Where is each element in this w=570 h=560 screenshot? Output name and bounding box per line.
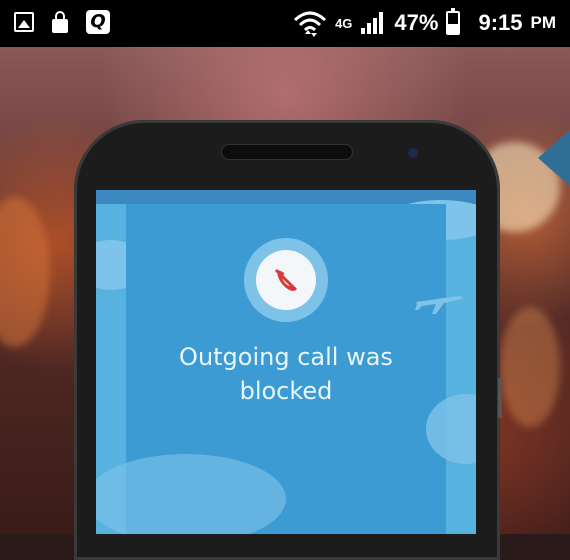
blocked-message: Outgoing call was blocked xyxy=(136,340,436,408)
status-bar: Q 4G 47% 9:15 PM xyxy=(0,0,570,47)
message-line-1: Outgoing call was xyxy=(179,343,393,371)
phone-speaker xyxy=(221,144,353,160)
front-camera xyxy=(408,148,418,158)
phone-side-button xyxy=(498,378,502,418)
message-line-2: blocked xyxy=(239,377,333,405)
image-icon xyxy=(14,12,34,32)
status-right: 4G 47% 9:15 PM xyxy=(293,8,556,38)
battery-percent: 47% xyxy=(394,10,439,35)
blocked-call-icon xyxy=(256,250,316,310)
blue-arrow-shape xyxy=(538,130,570,186)
battery-icon xyxy=(446,8,461,35)
airplane-icon xyxy=(415,296,463,314)
clock-time: 9:15 xyxy=(478,10,523,35)
phone-screen: Outgoing call was blocked xyxy=(96,190,476,534)
q-app-icon: Q xyxy=(86,10,110,34)
clock-ampm: PM xyxy=(530,13,557,32)
signal-icon xyxy=(361,12,384,34)
status-left-icons: Q xyxy=(14,10,110,34)
cloud xyxy=(96,454,286,534)
lock-icon xyxy=(52,11,68,33)
network-type: 4G xyxy=(335,15,353,31)
wifi-icon xyxy=(294,11,327,37)
